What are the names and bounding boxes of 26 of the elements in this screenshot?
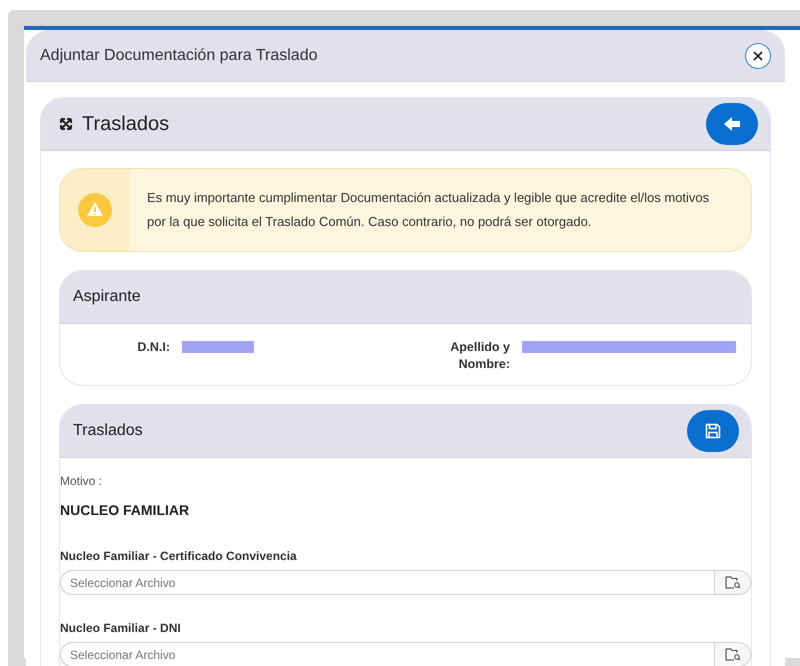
panel-title: Traslados [82,112,170,137]
folder-search-icon [724,576,740,589]
close-button[interactable] [745,42,771,68]
alert-message: Es muy importante cumplimentar Documentación actualizada y legible que acredite el/los motivos por la que solicita el Traslado Común. Caso contrario, no podrá ser otorgado. [146,189,710,231]
file-input[interactable]: Seleccionar Archivo [60,642,715,666]
card-title: Traslados [73,421,143,441]
back-button[interactable] [706,103,758,145]
close-icon [753,50,763,60]
redacted-value [182,341,254,353]
field-label: Apellido y Nombre: [449,339,510,373]
save-button[interactable] [687,410,739,452]
reason-value: NUCLEO FAMILIAR [60,501,190,520]
file-input[interactable]: Seleccionar Archivo [60,570,715,595]
dialog-title: Adjuntar Documentación para Traslado [40,46,318,66]
browse-button[interactable] [715,570,751,595]
save-icon [705,423,721,439]
field-label: D.N.I: [136,339,170,356]
browse-button[interactable] [715,642,751,666]
file-label: Nucleo Familiar - Certificado Convivencia [60,548,298,565]
arrow-left-icon [723,116,741,132]
folder-search-icon [724,648,740,661]
card-title: Aspirante [73,287,141,307]
file-label: Nucleo Familiar - DNI [60,620,182,637]
reason-label: Motivo : [60,473,104,490]
expand-icon [59,117,73,131]
warning-icon [78,193,112,227]
